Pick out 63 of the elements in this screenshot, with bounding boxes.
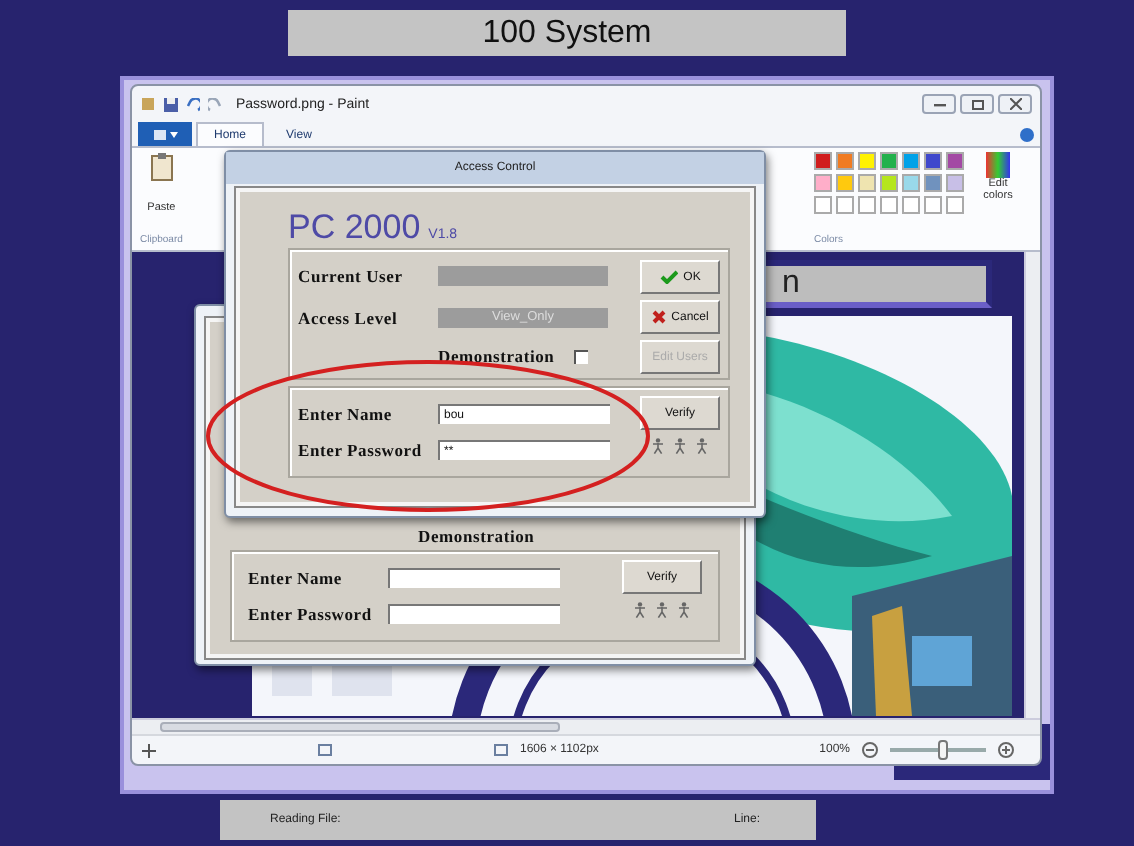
empty-swatch[interactable] (946, 196, 964, 214)
field-label: Enter Password (298, 440, 424, 460)
horizontal-scrollbar[interactable] (132, 718, 1040, 734)
selection-icon (318, 743, 332, 757)
empty-swatch[interactable] (858, 196, 876, 214)
vertical-scrollbar[interactable] (1024, 252, 1040, 718)
crosshair-icon (142, 743, 156, 757)
person-icon (652, 438, 664, 454)
color-swatch[interactable] (924, 174, 942, 192)
close-icon (1009, 98, 1021, 110)
image-size-icon (494, 743, 508, 757)
name-field[interactable] (388, 568, 560, 588)
color-swatch[interactable] (814, 152, 832, 170)
empty-swatch[interactable] (836, 196, 854, 214)
maximize-button[interactable] (960, 94, 994, 114)
empty-swatch[interactable] (880, 196, 898, 214)
caret-icon (169, 131, 177, 137)
field-label: Enter Name (248, 568, 344, 588)
cross-icon (651, 310, 666, 324)
minimize-button[interactable] (922, 94, 956, 114)
redo-icon[interactable] (208, 97, 222, 111)
color-swatch[interactable] (836, 174, 854, 192)
empty-swatch[interactable] (902, 196, 920, 214)
person-icon (656, 602, 668, 618)
zoom-in-icon[interactable] (998, 742, 1014, 758)
empty-swatch[interactable] (924, 196, 942, 214)
person-icon (674, 438, 686, 454)
person-icon (634, 602, 646, 618)
color-swatch[interactable] (880, 174, 898, 192)
field-label: Enter Name (298, 404, 394, 424)
undo-icon[interactable] (186, 97, 200, 111)
demonstration-checkbox[interactable] (574, 349, 589, 363)
color-swatch[interactable] (946, 152, 964, 170)
password-field[interactable] (388, 604, 560, 624)
person-icon (678, 602, 690, 618)
help-icon[interactable] (1020, 128, 1034, 142)
field-label: Access Level (298, 307, 400, 327)
color-swatch[interactable] (858, 174, 876, 192)
close-button[interactable] (998, 94, 1032, 114)
color-swatch[interactable] (924, 152, 942, 170)
field-label: Enter Password (248, 604, 374, 624)
save-icon[interactable] (164, 97, 178, 111)
color-swatch[interactable] (880, 152, 898, 170)
color-swatch[interactable] (946, 174, 964, 192)
color-swatch[interactable] (836, 152, 854, 170)
empty-swatch[interactable] (814, 196, 832, 214)
app-title: 100 System (288, 10, 846, 56)
minimize-icon (933, 100, 945, 108)
clipboard-icon[interactable] (149, 152, 174, 182)
demonstration-label: Demonstration (438, 346, 555, 366)
color-swatch[interactable] (858, 152, 876, 170)
maximize-icon (971, 99, 983, 109)
color-swatch[interactable] (902, 174, 920, 192)
product-name: PC 2000 (288, 208, 421, 248)
person-icon (696, 438, 708, 454)
color-swatch[interactable] (902, 152, 920, 170)
zoom-out-icon[interactable] (862, 742, 878, 758)
field-label: Current User (298, 265, 405, 285)
check-icon (659, 270, 678, 284)
color-swatch[interactable] (814, 174, 832, 192)
color-wheel-icon[interactable] (986, 152, 1010, 178)
file-menu-button[interactable] (138, 122, 192, 146)
demonstration-label: Demonstration (418, 526, 535, 546)
